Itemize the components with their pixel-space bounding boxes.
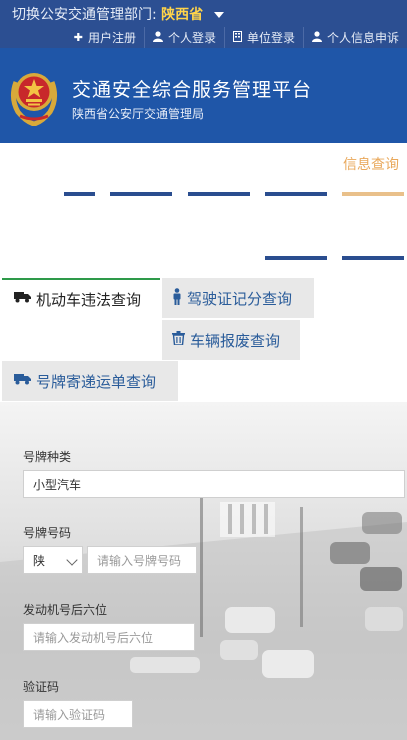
plate-number-label: 号牌号码	[23, 526, 72, 540]
nav-item-placeholder[interactable]	[265, 192, 327, 196]
trash-icon	[172, 331, 185, 349]
building-icon	[232, 30, 242, 45]
register-label[interactable]: 用户注册	[88, 29, 136, 46]
nav-item-placeholder[interactable]	[188, 192, 250, 196]
region-prefix: 切换公安交通管理部门:	[12, 7, 157, 23]
caret-down-icon[interactable]	[213, 12, 224, 18]
chevron-down-icon	[66, 554, 78, 566]
appeal-link[interactable]: 个人信息申诉	[302, 27, 407, 48]
personal-login-link[interactable]: 个人登录	[143, 27, 224, 48]
region-switcher[interactable]: 切换公安交通管理部门: 陕西省	[12, 4, 224, 24]
account-links: ✚ 用户注册 个人登录 单位登录 个人信息申诉	[0, 27, 407, 48]
engine-number-input[interactable]: 请输入发动机号后六位	[23, 623, 195, 651]
site-title: 交通安全综合服务管理平台	[72, 79, 313, 101]
nav-item-placeholder[interactable]	[265, 256, 327, 260]
tab-label: 车辆报废查询	[190, 331, 281, 350]
site-header: 交通安全综合服务管理平台 陕西省公安厅交通管理局	[0, 48, 407, 143]
tab-label: 号牌寄递运单查询	[36, 372, 157, 391]
tab-label: 驾驶证记分查询	[187, 289, 293, 308]
tab-label: 机动车违法查询	[36, 290, 142, 309]
plate-prefix-value: 陕	[33, 553, 46, 568]
nav-info-query[interactable]: 信息查询	[343, 154, 399, 174]
nav-item-placeholder[interactable]	[64, 192, 95, 196]
top-bar: 切换公安交通管理部门: 陕西省 ✚ 用户注册 个人登录 单位登录 个人信息申诉	[0, 0, 407, 48]
region-value[interactable]: 陕西省	[161, 7, 203, 23]
plate-type-label: 号牌种类	[23, 450, 72, 464]
tab-license-points[interactable]: 驾驶证记分查询	[162, 278, 314, 318]
site-subtitle: 陕西省公安厅交通管理局	[72, 107, 205, 121]
unit-login-link[interactable]: 单位登录	[223, 27, 303, 48]
captcha-input[interactable]: 请输入验证码	[23, 700, 133, 728]
plus-icon: ✚	[73, 31, 83, 44]
nav-item-placeholder[interactable]	[342, 256, 404, 260]
tab-vehicle-scrap[interactable]: 车辆报废查询	[162, 320, 300, 360]
plate-number-input[interactable]: 请输入号牌号码	[87, 546, 197, 574]
nav-item-placeholder[interactable]	[110, 192, 172, 196]
personal-login-label[interactable]: 个人登录	[168, 29, 216, 46]
plate-prefix-select[interactable]: 陕	[23, 546, 83, 574]
plate-type-select[interactable]: 小型汽车	[23, 470, 405, 498]
unit-login-label[interactable]: 单位登录	[247, 29, 295, 46]
captcha-label: 验证码	[23, 680, 60, 694]
tab-vehicle-violation[interactable]: 机动车违法查询	[2, 278, 160, 318]
user-icon	[152, 30, 163, 45]
appeal-label[interactable]: 个人信息申诉	[327, 29, 399, 46]
police-emblem-icon	[6, 64, 62, 127]
engine-number-label: 发动机号后六位	[23, 603, 108, 617]
user-icon	[311, 30, 322, 45]
register-link[interactable]: ✚ 用户注册	[66, 27, 144, 48]
nav-item-active-underline[interactable]	[342, 192, 404, 196]
truck-icon	[14, 373, 31, 389]
person-icon	[172, 287, 182, 309]
query-form-panel: 号牌种类 小型汽车 号牌号码 陕 请输入号牌号码 发动机号后六位 请输入发动机号…	[0, 402, 407, 740]
truck-icon	[14, 291, 31, 307]
tab-plate-delivery[interactable]: 号牌寄递运单查询	[2, 361, 178, 401]
